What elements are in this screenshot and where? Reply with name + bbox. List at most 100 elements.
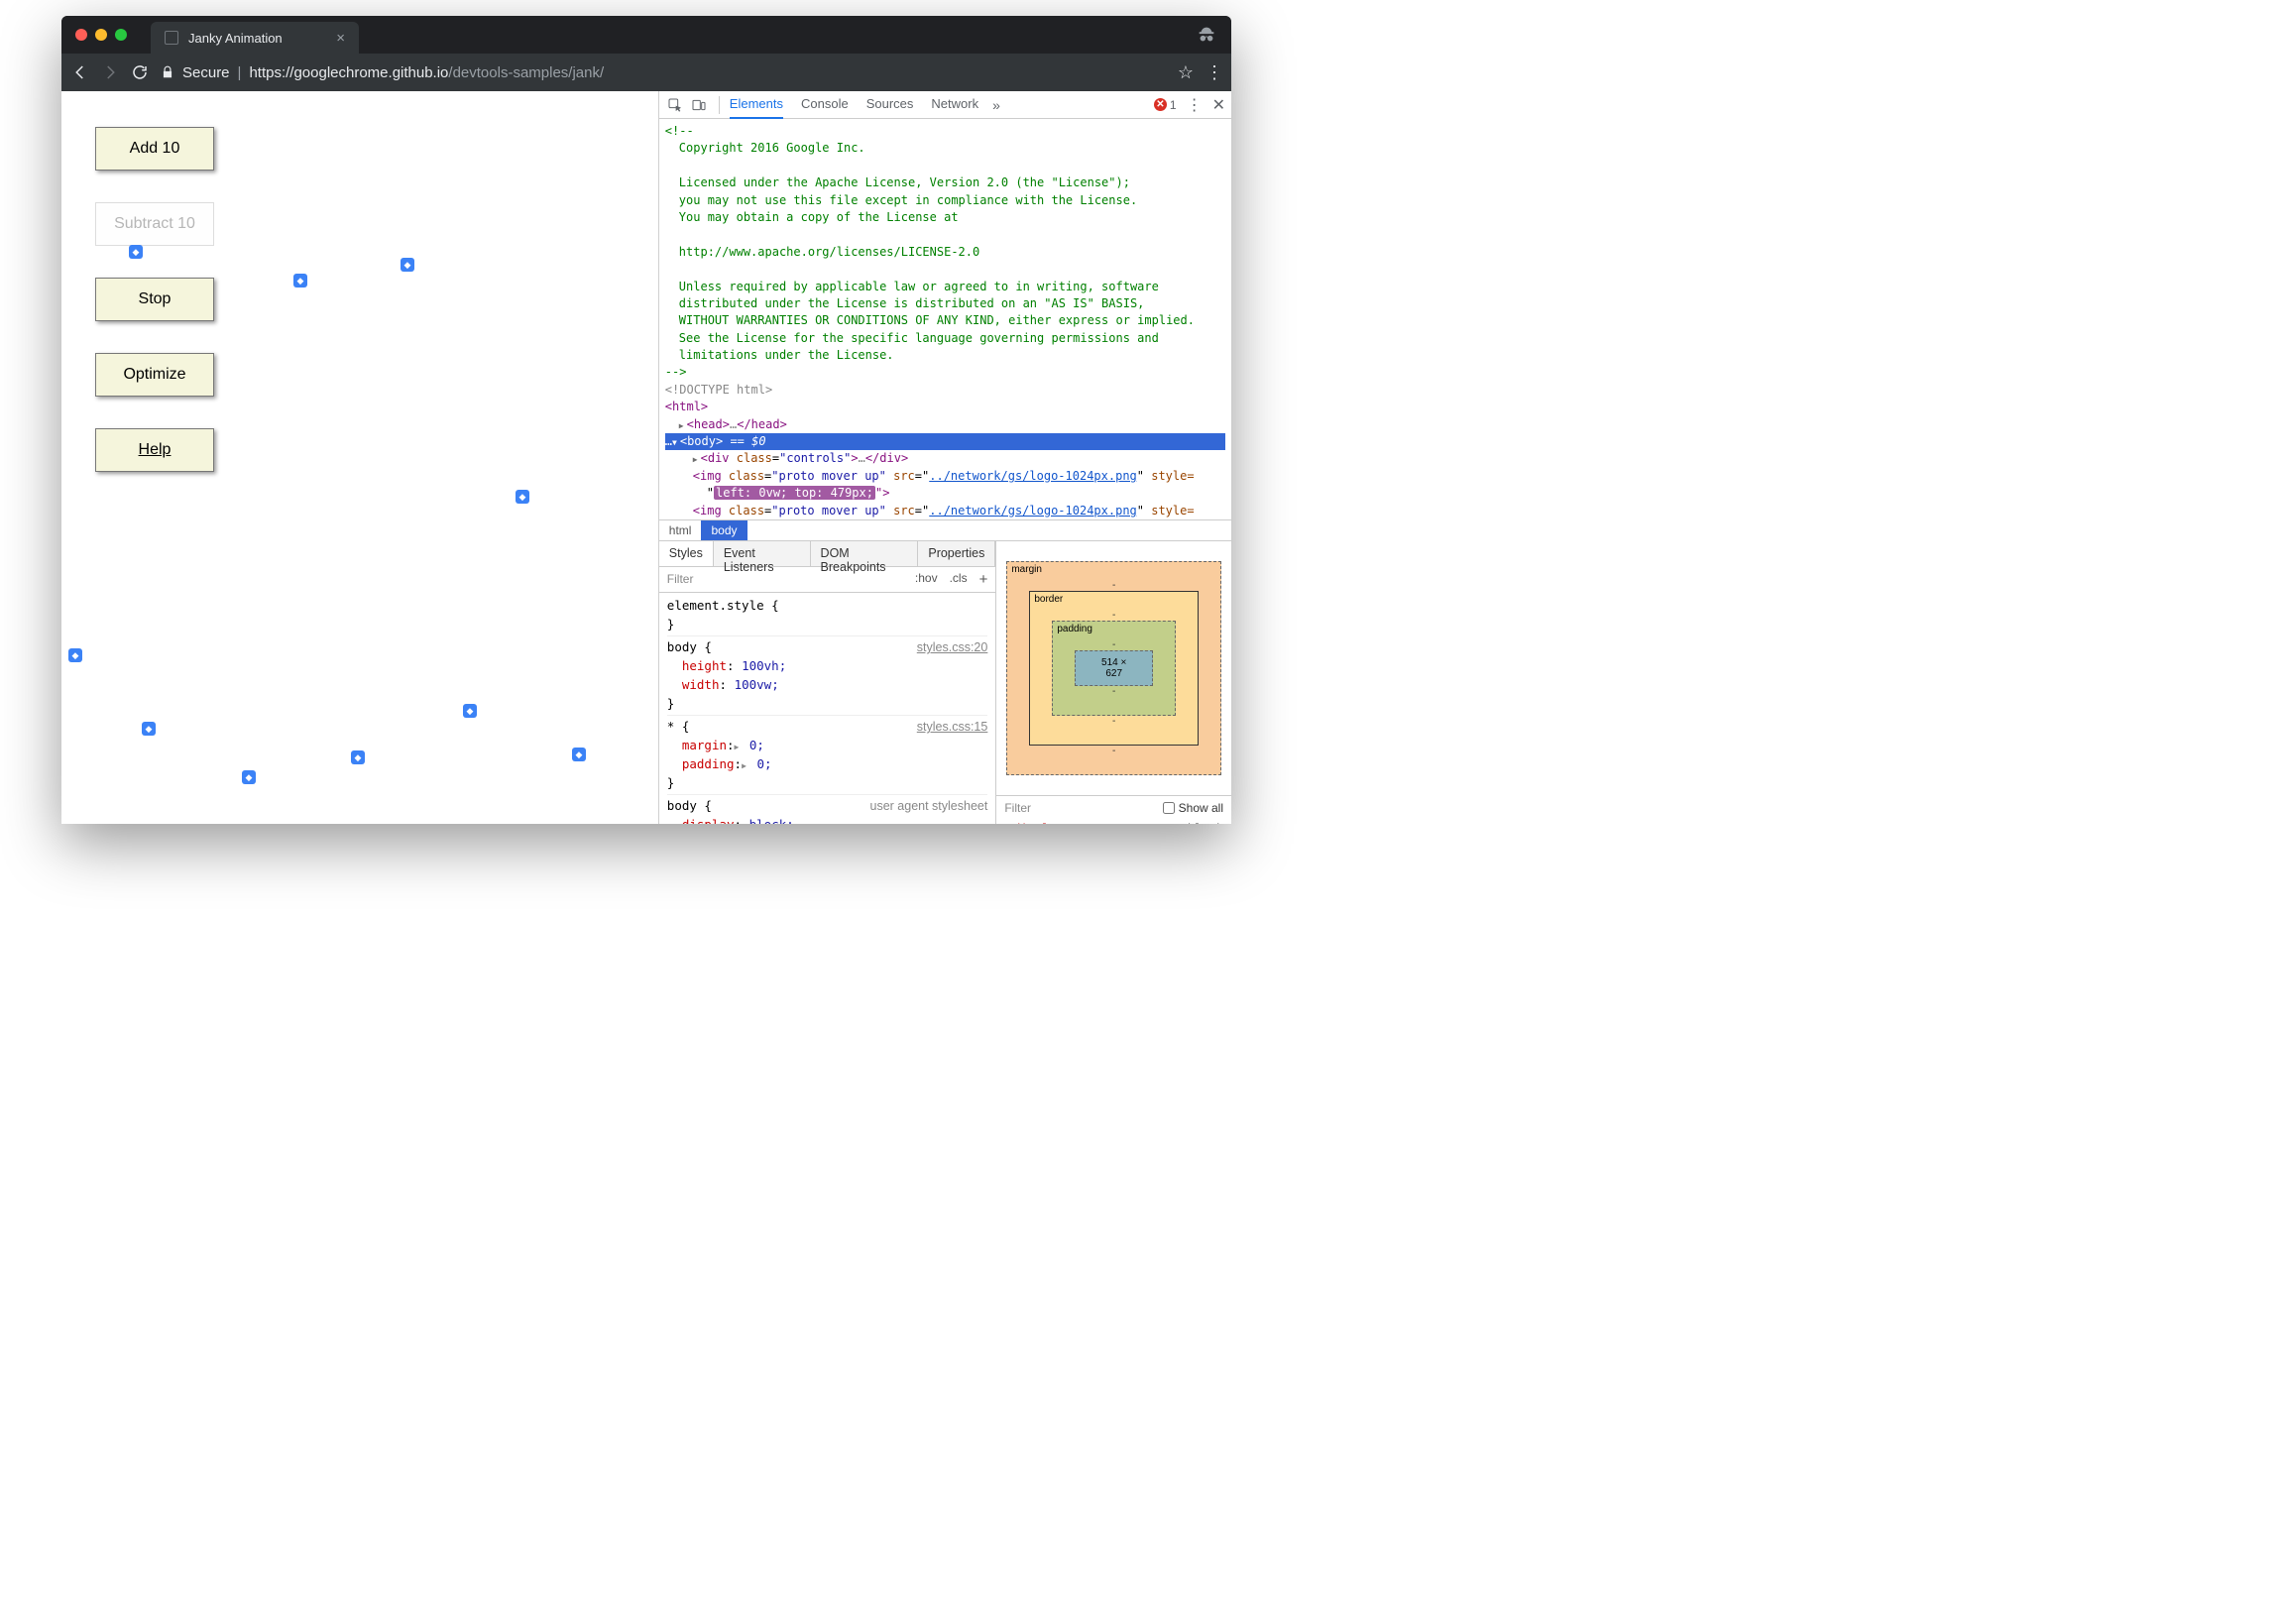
comment-line: Copyright 2016 Google Inc. xyxy=(665,140,1225,157)
address-bar[interactable]: Secure | https://googlechrome.github.io/… xyxy=(161,54,1166,91)
comment-line: http://www.apache.org/licenses/LICENSE-2… xyxy=(665,244,1225,261)
box-model[interactable]: margin - border - padding - 514 × 627 - xyxy=(996,541,1231,795)
bookmark-icon[interactable]: ☆ xyxy=(1178,62,1194,83)
subtab-properties[interactable]: Properties xyxy=(918,541,995,566)
devtools-tabs: Elements Console Sources Network xyxy=(730,90,978,119)
comment-line: Unless required by applicable law or agr… xyxy=(665,279,1225,295)
img-node-1[interactable]: <img class="proto mover up" src="../netw… xyxy=(665,468,1225,485)
dom-tree[interactable]: <!--Copyright 2016 Google Inc. Licensed … xyxy=(659,119,1231,519)
show-all-checkbox[interactable]: Show all xyxy=(1163,801,1223,815)
back-button[interactable] xyxy=(71,63,89,81)
head-node[interactable]: <head>…</head> xyxy=(665,416,1225,433)
close-window-button[interactable] xyxy=(75,29,87,41)
img-node-2[interactable]: <img class="proto mover up" src="../netw… xyxy=(665,503,1225,519)
mover-icon: ◆ xyxy=(463,704,477,718)
computed-filter-input[interactable]: Filter xyxy=(1004,801,1031,815)
styles-filter-input[interactable]: Filter xyxy=(667,572,694,586)
url-host: https://googlechrome.github.io xyxy=(249,64,448,81)
mover-icon: ◆ xyxy=(516,490,529,504)
body-node-selected[interactable]: …<body> == $0 xyxy=(665,433,1225,450)
ua-label: user agent stylesheet xyxy=(870,797,988,816)
devtools-close-icon[interactable]: ✕ xyxy=(1212,95,1225,115)
secure-label: Secure xyxy=(182,64,230,81)
mover-icon: ◆ xyxy=(351,750,365,764)
subtract-button[interactable]: Subtract 10 xyxy=(95,202,214,246)
comment-line: WITHOUT WARRANTIES OR CONDITIONS OF ANY … xyxy=(665,312,1225,329)
rendered-page: Add 10 Subtract 10 Stop Optimize Help ◆ ◆… xyxy=(61,91,658,824)
mover-icon: ◆ xyxy=(142,722,156,736)
subtab-dom-breakpoints[interactable]: DOM Breakpoints xyxy=(811,541,919,566)
comment-line: Licensed under the Apache License, Versi… xyxy=(665,174,1225,191)
comment-line: you may not use this file except in comp… xyxy=(665,192,1225,209)
mover-icon: ◆ xyxy=(242,770,256,784)
subtab-styles[interactable]: Styles xyxy=(659,541,714,566)
tab-title: Janky Animation xyxy=(188,31,283,46)
comment-line xyxy=(665,226,1225,243)
more-tabs-icon[interactable]: » xyxy=(992,97,1000,113)
doctype: <!DOCTYPE html> xyxy=(665,383,772,397)
comment-line: distributed under the License is distrib… xyxy=(665,295,1225,312)
controls-div-node[interactable]: <div class="controls">…</div> xyxy=(665,450,1225,467)
comment-line xyxy=(665,158,1225,174)
url-path: /devtools-samples/jank/ xyxy=(448,64,604,81)
browser-tab[interactable]: Janky Animation × xyxy=(151,22,359,54)
comment-line: --> xyxy=(665,364,1225,381)
optimize-button[interactable]: Optimize xyxy=(95,353,214,397)
comment-line: <!-- xyxy=(665,123,1225,140)
computed-list: Filter Show all displayblock xyxy=(996,795,1231,824)
mover-icon: ◆ xyxy=(572,748,586,761)
window-controls xyxy=(61,29,127,41)
incognito-icon xyxy=(1196,24,1217,46)
reload-button[interactable] xyxy=(131,63,149,81)
mover-icon: ◆ xyxy=(401,258,414,272)
devtools-menu-icon[interactable]: ⋮ xyxy=(1187,95,1203,115)
computed-pane: margin - border - padding - 514 × 627 - xyxy=(996,541,1231,824)
html-open-tag[interactable]: <html> xyxy=(665,400,708,413)
inspect-element-icon[interactable] xyxy=(665,95,685,115)
tab-network[interactable]: Network xyxy=(931,90,978,119)
source-link[interactable]: styles.css:15 xyxy=(917,718,988,737)
browser-toolbar: Secure | https://googlechrome.github.io/… xyxy=(61,54,1231,91)
cls-toggle[interactable]: .cls xyxy=(950,571,968,588)
device-toolbar-icon[interactable] xyxy=(689,95,709,115)
lock-icon xyxy=(161,65,174,79)
devtools-panel: Elements Console Sources Network » ✕1 ⋮ … xyxy=(658,91,1231,824)
error-badge[interactable]: ✕1 xyxy=(1154,98,1177,112)
mover-icon: ◆ xyxy=(68,648,82,662)
content-area: Add 10 Subtract 10 Stop Optimize Help ◆ ◆… xyxy=(61,91,1231,824)
img-node-1-style[interactable]: "left: 0vw; top: 479px;"> xyxy=(665,485,1225,502)
devtools-toolbar: Elements Console Sources Network » ✕1 ⋮ … xyxy=(659,91,1231,119)
stop-button[interactable]: Stop xyxy=(95,278,214,321)
forward-button[interactable] xyxy=(101,63,119,81)
controls-panel: Add 10 Subtract 10 Stop Optimize Help xyxy=(95,127,214,472)
tab-sources[interactable]: Sources xyxy=(866,90,914,119)
browser-menu-icon[interactable]: ⋮ xyxy=(1205,62,1221,83)
comment-line: limitations under the License. xyxy=(665,347,1225,364)
help-button[interactable]: Help xyxy=(95,428,214,472)
box-dimensions: 514 × 627 xyxy=(1075,650,1153,686)
mover-icon: ◆ xyxy=(293,274,307,288)
styles-filter-row: Filter :hov .cls + xyxy=(659,567,996,593)
titlebar: Janky Animation × xyxy=(61,16,1231,54)
new-style-rule-button[interactable]: + xyxy=(979,571,988,588)
source-link[interactable]: styles.css:20 xyxy=(917,638,988,657)
styles-subtabs: Styles Event Listeners DOM Breakpoints P… xyxy=(659,541,996,567)
add-button[interactable]: Add 10 xyxy=(95,127,214,171)
page-icon xyxy=(165,31,178,45)
breadcrumbs: html body xyxy=(659,519,1231,541)
tab-console[interactable]: Console xyxy=(801,90,849,119)
crumb-html[interactable]: html xyxy=(659,520,702,540)
browser-window: Janky Animation × Secure | https://googl… xyxy=(61,16,1231,824)
maximize-window-button[interactable] xyxy=(115,29,127,41)
tab-elements[interactable]: Elements xyxy=(730,90,783,119)
close-tab-button[interactable]: × xyxy=(336,31,345,46)
minimize-window-button[interactable] xyxy=(95,29,107,41)
comment-line xyxy=(665,261,1225,278)
hov-toggle[interactable]: :hov xyxy=(915,571,938,588)
mover-icon: ◆ xyxy=(129,245,143,259)
css-rules[interactable]: element.style { } styles.css:20 body { h… xyxy=(659,593,996,824)
crumb-body[interactable]: body xyxy=(701,520,746,540)
subtab-event-listeners[interactable]: Event Listeners xyxy=(714,541,811,566)
comment-line: See the License for the specific languag… xyxy=(665,330,1225,347)
styles-pane: Styles Event Listeners DOM Breakpoints P… xyxy=(659,541,997,824)
